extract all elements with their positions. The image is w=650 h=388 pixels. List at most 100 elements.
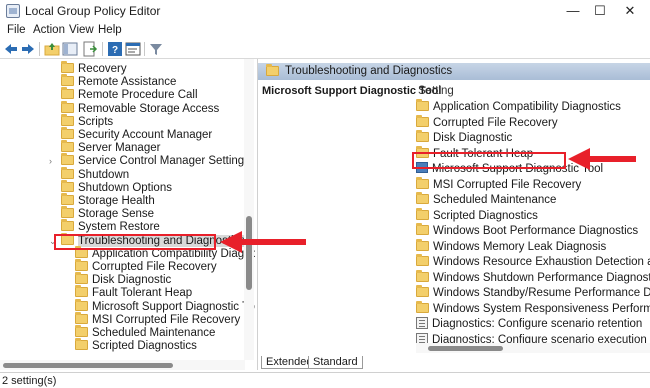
tree-item-label: Storage Sense <box>78 208 155 221</box>
tree-item-label: Remote Assistance <box>78 76 177 89</box>
tree-item-label: Scheduled Maintenance <box>92 327 216 339</box>
tree-item[interactable]: Server Manager <box>61 140 161 155</box>
tree-item[interactable]: System Restore <box>61 219 160 234</box>
tree-item[interactable]: Corrupted File Recovery <box>75 259 217 274</box>
folder-icon <box>416 269 429 282</box>
folder-icon <box>75 311 88 324</box>
tree-item[interactable]: Scripted Diagnostics <box>75 338 197 353</box>
tree-horizontal-scrollbar[interactable] <box>0 360 245 370</box>
folder-icon <box>61 100 74 113</box>
folder-icon <box>416 192 429 204</box>
show-hide-tree-icon[interactable] <box>62 41 78 57</box>
tree-item-label: Scripts <box>78 115 114 128</box>
tree-highlight-box <box>54 234 216 250</box>
tree-item[interactable]: Fault Tolerant Heap <box>75 285 193 300</box>
tree-item[interactable]: Shutdown Options <box>61 179 172 195</box>
settings-list-item[interactable]: Windows System Responsiveness Performanc… <box>416 300 650 316</box>
view-tabs: Extended Standard <box>258 356 650 370</box>
tree-item[interactable]: Security Account Manager <box>61 127 213 142</box>
tree-item-label: MSI Corrupted File Recovery <box>92 313 241 326</box>
settings-horizontal-scrollbar[interactable] <box>416 343 650 353</box>
toolbar-separator <box>144 42 145 56</box>
close-button[interactable]: ✕ <box>607 0 650 22</box>
tree-hscroll-thumb[interactable] <box>3 363 173 368</box>
settings-list-item[interactable]: Scheduled Maintenance <box>416 192 557 207</box>
setting-column-header[interactable]: Setting <box>418 85 454 97</box>
settings-item-label: Disk Diagnostic <box>433 132 513 144</box>
tree-item[interactable]: Disk Diagnostic <box>75 272 171 287</box>
settings-list-item[interactable]: Windows Memory Leak Diagnosis <box>416 238 606 254</box>
menu-view[interactable]: View <box>69 24 94 36</box>
settings-item-label: Windows Shutdown Performance Diagnostics <box>433 271 650 284</box>
folder-icon <box>61 193 74 205</box>
menu-file[interactable]: File <box>7 24 26 36</box>
tree-item[interactable]: Shutdown <box>61 166 130 182</box>
tab-standard[interactable]: Standard <box>308 356 363 369</box>
tree-item[interactable]: Remote Procedure Call <box>61 87 198 102</box>
help-icon[interactable]: ? <box>107 41 123 57</box>
tree-item-label: Shutdown <box>78 168 130 181</box>
tree-vertical-scrollbar[interactable] <box>244 59 254 360</box>
window-title: Local Group Policy Editor <box>25 4 161 18</box>
folder-icon <box>61 219 74 232</box>
tree-item[interactable]: Microsoft Support Diagnostic Tool <box>75 298 255 314</box>
folder-icon <box>61 206 74 219</box>
tree-item[interactable]: Recovery <box>61 61 127 76</box>
tree-item[interactable]: Scripts <box>61 113 114 129</box>
settings-item-label: Scheduled Maintenance <box>433 194 557 206</box>
filter-icon[interactable] <box>148 41 164 57</box>
tree-item-label: Service Control Manager Settings <box>78 155 250 168</box>
settings-list-item[interactable]: Disk Diagnostic <box>416 130 513 145</box>
status-text: 2 setting(s) <box>2 375 57 387</box>
tree-item[interactable]: Storage Sense <box>61 206 155 221</box>
folder-icon <box>61 166 74 179</box>
settings-list-item[interactable]: Scripted Diagnostics <box>416 207 538 223</box>
settings-hscroll-thumb[interactable] <box>428 346 503 351</box>
collapsed-chevron-icon[interactable]: › <box>49 155 52 168</box>
tree-item[interactable]: Removable Storage Access <box>61 100 220 116</box>
folder-icon <box>416 254 429 266</box>
folder-icon <box>266 64 279 76</box>
folder-icon <box>61 113 74 126</box>
forward-icon[interactable] <box>20 41 36 57</box>
up-folder-icon[interactable] <box>44 41 60 57</box>
folder-icon <box>61 127 74 139</box>
tree-item-label: Server Manager <box>78 142 161 155</box>
settings-list-item[interactable]: Windows Shutdown Performance Diagnostics <box>416 269 650 285</box>
folder-icon <box>416 130 429 142</box>
tree-item-label: Removable Storage Access <box>78 102 220 115</box>
menu-action[interactable]: Action <box>33 24 65 36</box>
toolbar-separator <box>102 42 103 56</box>
settings-item-label: Windows System Responsiveness Performanc… <box>433 302 650 315</box>
tree-item-label: Recovery <box>78 63 127 75</box>
settings-list-item[interactable]: Windows Resource Exhaustion Detection an… <box>416 254 650 269</box>
settings-list-item[interactable]: Corrupted File Recovery <box>416 114 558 130</box>
details-header-title: Troubleshooting and Diagnostics <box>285 65 453 77</box>
tree-pane: Recovery Remote Assistance Remote Procedur… <box>0 59 255 370</box>
tree-item[interactable]: MSI Corrupted File Recovery <box>75 311 241 327</box>
menu-help[interactable]: Help <box>98 24 122 36</box>
tree-item[interactable]: Remote Assistance <box>61 74 177 89</box>
tree-item[interactable]: Scheduled Maintenance <box>75 325 216 340</box>
back-icon[interactable] <box>3 41 19 57</box>
settings-list-item[interactable]: Application Compatibility Diagnostics <box>416 99 621 114</box>
tree-item-label: Shutdown Options <box>78 181 172 194</box>
settings-list-item[interactable]: Windows Boot Performance Diagnostics <box>416 223 638 238</box>
description-title: Microsoft Support Diagnostic Tool <box>262 85 442 97</box>
folder-icon <box>61 87 74 100</box>
settings-list-item[interactable]: Diagnostics: Configure scenario retentio… <box>416 317 642 331</box>
folder-icon <box>416 176 429 189</box>
properties-icon[interactable] <box>125 41 141 57</box>
export-list-icon[interactable] <box>82 41 98 57</box>
tree-item-label: Security Account Manager <box>78 129 213 141</box>
svg-text:?: ? <box>112 45 118 56</box>
settings-item-label: Application Compatibility Diagnostics <box>433 101 621 113</box>
settings-item-label: Diagnostics: Configure scenario retentio… <box>432 318 643 330</box>
folder-icon <box>61 74 74 87</box>
tree-item[interactable]: › Service Control Manager Settings <box>49 153 250 168</box>
settings-list-item[interactable]: MSI Corrupted File Recovery <box>416 176 581 192</box>
tree-item-label: Fault Tolerant Heap <box>92 287 193 300</box>
folder-icon <box>75 298 88 311</box>
settings-list-item[interactable]: Windows Standby/Resume Performance Diagn… <box>416 285 650 300</box>
tree-item[interactable]: Storage Health <box>61 193 155 208</box>
